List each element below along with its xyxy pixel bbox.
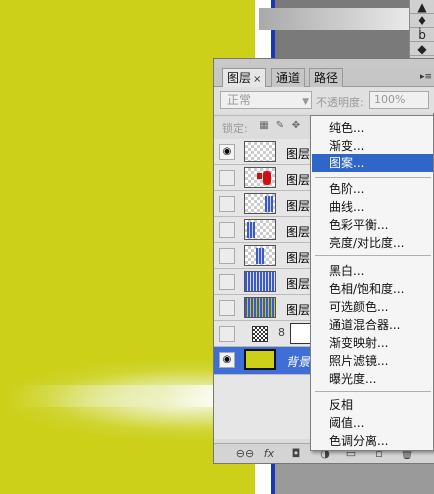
link-chain-icon[interactable]: 8 (278, 326, 285, 339)
fx-icon[interactable]: fx (260, 446, 278, 462)
layer-name: 图层 (286, 173, 311, 187)
layer-name: 图层 (286, 225, 311, 239)
canvas-light-streak (15, 385, 225, 407)
layer-name: 图层 (286, 199, 311, 213)
tool-icon[interactable]: ♦ (410, 14, 434, 28)
menu-item-curves[interactable]: 曲线... (312, 198, 433, 216)
background-title-bar (259, 8, 425, 30)
tab-layers[interactable]: 图层 × (222, 68, 267, 87)
visibility-toggle[interactable] (219, 300, 235, 316)
panel-tabs: 图层 × 通道 路径 ▸≡ (214, 67, 434, 87)
background-document-window: ▲ ♦ ḃ ◆ (255, 0, 434, 60)
background-scroll-area (255, 464, 434, 494)
layer-thumbnail (244, 167, 276, 188)
lock-pixels-icon[interactable]: ✎ (274, 120, 286, 132)
visibility-toggle[interactable] (219, 196, 235, 212)
layer-name: 背景 (286, 355, 311, 369)
menu-item-channel-mixer[interactable]: 通道混合器... (312, 316, 433, 334)
layer-name: 图层 (286, 251, 311, 265)
menu-separator (315, 391, 431, 392)
menu-item-posterize[interactable]: 色调分离... (312, 432, 433, 450)
tool-strip: ▲ ♦ ḃ ◆ (409, 0, 434, 60)
lock-label: 锁定: (222, 122, 248, 135)
layer-thumbnail (244, 245, 276, 266)
eye-icon[interactable]: ◉ (219, 144, 235, 160)
menu-item-gradient[interactable]: 渐变... (312, 137, 433, 155)
menu-item-black-white[interactable]: 黑白... (312, 262, 433, 280)
menu-item-hue-saturation[interactable]: 色相/饱和度... (312, 280, 433, 298)
menu-item-brightness-contrast[interactable]: 亮度/对比度... (312, 234, 433, 252)
tool-icon[interactable]: ḃ (410, 28, 434, 42)
menu-item-solid-color[interactable]: 纯色... (312, 119, 433, 137)
tab-channels[interactable]: 通道 (271, 68, 306, 87)
layer-thumbnail (244, 219, 276, 240)
blend-row: 正常 ▼ 不透明度: 100% (214, 87, 434, 113)
mask-icon[interactable]: ◘ (287, 446, 305, 462)
layer-thumbnail (244, 141, 276, 162)
menu-separator (315, 177, 431, 178)
opacity-label: 不透明度: (316, 96, 364, 109)
layer-thumbnail (244, 271, 276, 292)
menu-item-photo-filter[interactable]: 照片滤镜... (312, 352, 433, 370)
visibility-toggle[interactable] (219, 274, 235, 290)
tab-close-icon[interactable]: × (253, 74, 261, 85)
menu-item-selective-color[interactable]: 可选颜色... (312, 298, 433, 316)
tool-icon[interactable]: ◆ (410, 42, 434, 56)
layer-thumbnail (244, 297, 276, 318)
link-icon[interactable]: ⊖⊖ (234, 446, 256, 462)
pattern-fill-icon (252, 326, 268, 342)
menu-item-pattern[interactable]: 图案... (312, 154, 433, 172)
menu-item-invert[interactable]: 反相 (312, 396, 433, 414)
menu-item-threshold[interactable]: 阈值... (312, 414, 433, 432)
visibility-toggle[interactable] (219, 170, 235, 186)
visibility-toggle[interactable] (219, 222, 235, 238)
visibility-toggle[interactable] (219, 326, 235, 342)
layer-name: 图层 (286, 277, 311, 291)
menu-item-exposure[interactable]: 曝光度... (312, 370, 433, 388)
blend-mode-select[interactable]: 正常 ▼ (220, 91, 312, 109)
tool-icon[interactable]: ▲ (410, 0, 434, 14)
opacity-field[interactable]: 100% (369, 91, 429, 109)
lock-transparency-icon[interactable]: ▦ (258, 120, 270, 132)
menu-item-color-balance[interactable]: 色彩平衡... (312, 216, 433, 234)
layer-name: 图层 (286, 147, 311, 161)
eye-icon[interactable]: ◉ (219, 352, 235, 368)
chevron-down-icon: ▼ (302, 97, 309, 107)
panel-menu-icon[interactable]: ▸≡ (419, 71, 433, 83)
adjustment-layer-menu: 纯色... 渐变... 图案... 色阶... 曲线... 色彩平衡... 亮度… (310, 115, 434, 451)
layer-name: 图层 (286, 303, 311, 317)
menu-item-levels[interactable]: 色阶... (312, 180, 433, 198)
menu-separator (315, 255, 431, 256)
menu-item-gradient-map[interactable]: 渐变映射... (312, 334, 433, 352)
tab-paths[interactable]: 路径 (309, 68, 344, 87)
visibility-toggle[interactable] (219, 248, 235, 264)
layer-thumbnail (244, 349, 276, 370)
layer-thumbnail (244, 193, 276, 214)
lock-position-icon[interactable]: ✥ (290, 120, 302, 132)
